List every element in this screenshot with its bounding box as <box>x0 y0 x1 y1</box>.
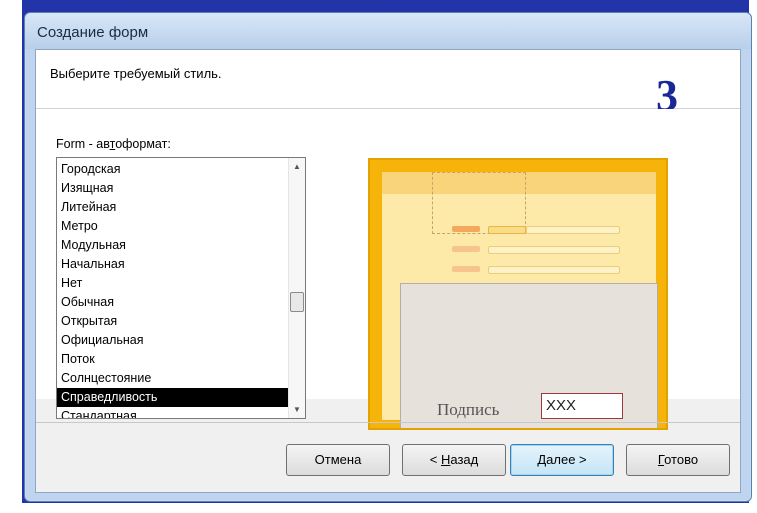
preview-field-bar <box>488 226 526 234</box>
list-item[interactable]: Изящная <box>57 179 289 198</box>
list-item[interactable]: Литейная <box>57 198 289 217</box>
scroll-thumb[interactable] <box>290 292 304 312</box>
window-title: Создание форм <box>37 24 149 41</box>
dialog-client-area: Выберите требуемый стиль. 3 Form - автоф… <box>35 49 741 493</box>
slide-left-edge <box>0 0 22 513</box>
title-bar[interactable]: Создание форм <box>25 13 751 49</box>
autoformat-listbox[interactable]: Городская Изящная Литейная Метро Модульная На… <box>56 157 306 419</box>
instruction-text: Выберите требуемый стиль. <box>50 66 222 81</box>
list-item[interactable]: Модульная <box>57 236 289 255</box>
preview-label-bar <box>452 266 480 272</box>
preview-detail-card: Подпись XXX <box>400 283 658 428</box>
listbox-scrollbar[interactable]: ▲ ▼ <box>288 158 305 418</box>
list-item[interactable]: Стандартная <box>57 407 289 418</box>
autoformat-list: Городская Изящная Литейная Метро Модульная На… <box>57 160 289 418</box>
list-item[interactable]: Официальная <box>57 331 289 350</box>
form-wizard-dialog: Создание форм Выберите требуемый стиль. … <box>24 12 752 502</box>
next-button[interactable]: Далее > <box>510 444 614 476</box>
button-separator <box>36 422 740 423</box>
back-button[interactable]: < Назад <box>402 444 506 476</box>
scroll-down-icon[interactable]: ▼ <box>293 405 301 414</box>
list-item[interactable]: Городская <box>57 160 289 179</box>
finish-button[interactable]: Готово <box>626 444 730 476</box>
list-item[interactable]: Солнцестояние <box>57 369 289 388</box>
list-item[interactable]: Поток <box>57 350 289 369</box>
scroll-up-icon[interactable]: ▲ <box>293 162 301 171</box>
list-item[interactable]: Открытая <box>57 312 289 331</box>
list-item[interactable]: Обычная <box>57 293 289 312</box>
wizard-body: Form - автоформат: Городская Изящная Литей… <box>36 109 740 430</box>
preview-field-bar <box>488 246 620 254</box>
preview-selection-frame <box>432 172 526 234</box>
preview-caption: Подпись <box>437 400 500 419</box>
list-item[interactable]: Метро <box>57 217 289 236</box>
preview-label-bar <box>452 246 480 252</box>
style-preview: Подпись XXX <box>368 158 668 430</box>
preview-field-bar <box>488 266 620 274</box>
cancel-button[interactable]: Отмена <box>286 444 390 476</box>
wizard-header: Выберите требуемый стиль. 3 <box>36 50 740 120</box>
preview-form-background: Подпись XXX <box>382 172 658 428</box>
list-item[interactable]: Начальная <box>57 255 289 274</box>
preview-field-bar <box>526 226 620 234</box>
preview-label-bar <box>452 226 480 232</box>
list-item[interactable]: Нет <box>57 274 289 293</box>
autoformat-label: Form - автоформат: <box>56 137 171 151</box>
preview-field: XXX <box>541 393 623 419</box>
list-item[interactable]: Справедливость <box>57 388 289 407</box>
slide-bottom-edge <box>0 503 757 513</box>
